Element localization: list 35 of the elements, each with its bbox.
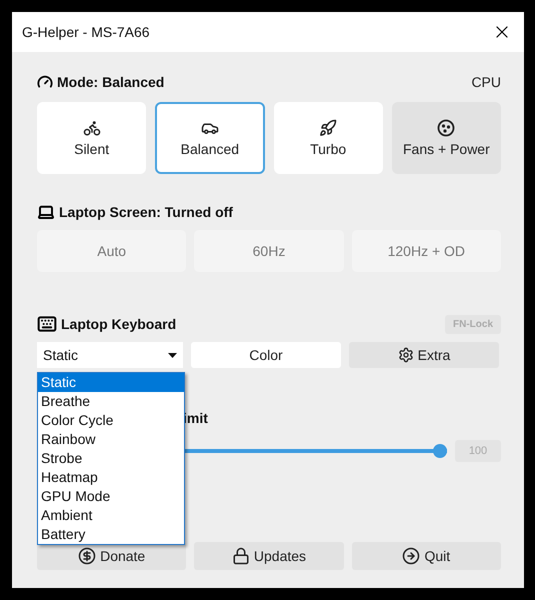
mode-button[interactable]: Silent — [37, 102, 146, 174]
gauge-icon — [37, 74, 53, 90]
dropdown-option[interactable]: Ambient — [38, 506, 184, 525]
window-title: G-Helper - MS-7A66 — [22, 24, 150, 40]
extra-button[interactable]: Extra — [349, 342, 499, 368]
mode-button[interactable]: Balanced — [155, 102, 264, 174]
section-title: Laptop Keyboard — [61, 316, 176, 332]
dropdown-option[interactable]: Rainbow — [38, 430, 184, 449]
quit-button[interactable]: Quit — [352, 542, 501, 570]
fan-icon — [437, 119, 456, 137]
updates-button[interactable]: Updates — [194, 542, 344, 570]
dollar-icon — [78, 547, 96, 565]
slider-value: 100 — [455, 440, 501, 462]
lock-icon — [232, 547, 250, 565]
caret-icon — [168, 352, 177, 358]
dropdown-option[interactable]: Static — [38, 373, 184, 392]
keyboard-icon — [37, 314, 57, 334]
cpu-label: CPU — [471, 74, 501, 90]
section-title: Laptop Screen: Turned off — [59, 204, 233, 220]
dropdown-option[interactable]: GPU Mode — [38, 487, 184, 506]
rocket-icon — [319, 119, 338, 137]
color-button[interactable]: Color — [191, 342, 341, 368]
dropdown-option[interactable]: Color Cycle — [38, 411, 184, 430]
settings-icon — [398, 347, 414, 363]
mode-button[interactable]: Turbo — [274, 102, 383, 174]
section-title: Mode: Balanced — [57, 74, 164, 90]
dropdown-option[interactable]: Heatmap — [38, 468, 184, 487]
exit-icon — [402, 547, 420, 565]
dropdown-option[interactable]: Strobe — [38, 449, 184, 468]
mode-button[interactable]: Fans + Power — [392, 102, 501, 174]
dropdown-option[interactable]: Battery — [38, 525, 184, 544]
bicycle-icon — [82, 119, 101, 137]
lighting-mode-dropdown[interactable]: Static — [37, 342, 183, 368]
laptop-icon — [37, 203, 55, 221]
dropdown-option[interactable]: Breathe — [38, 392, 184, 411]
